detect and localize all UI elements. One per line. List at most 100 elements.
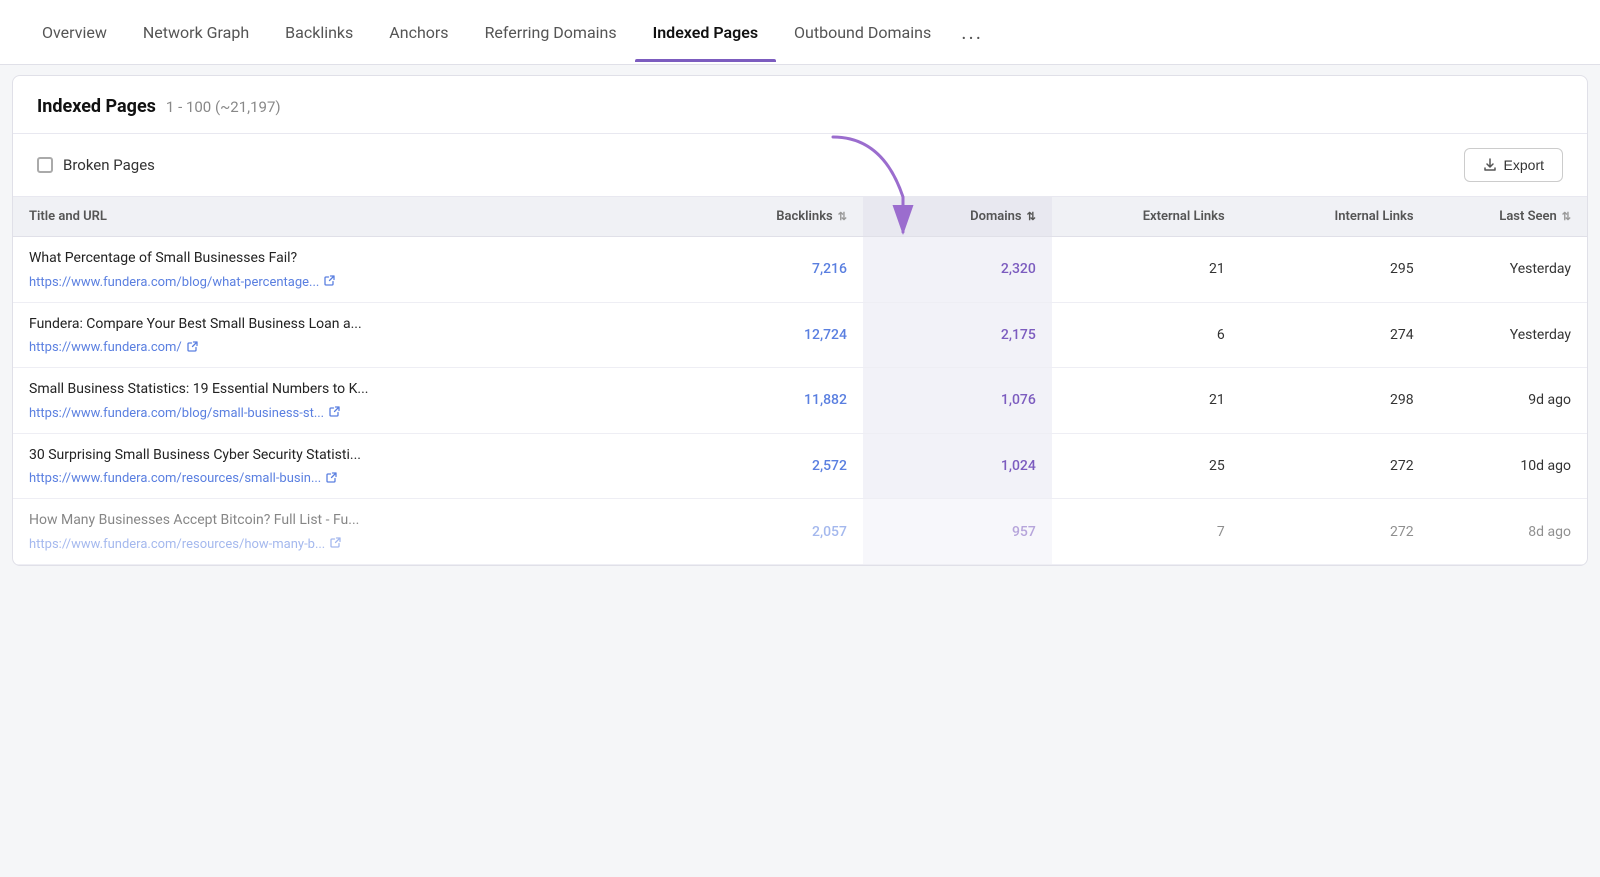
external-links-value-3: 25 <box>1068 458 1225 474</box>
col-header-external-links: External Links <box>1052 197 1241 237</box>
export-icon <box>1483 158 1497 172</box>
cell-last-seen-4: 8d ago <box>1430 499 1587 565</box>
broken-pages-checkbox[interactable] <box>37 157 53 173</box>
cell-backlinks-1: 12,724 <box>674 302 863 368</box>
cell-title-url-0: What Percentage of Small Businesses Fail… <box>13 237 674 303</box>
row-url-0[interactable]: https://www.fundera.com/blog/what-percen… <box>29 275 335 290</box>
nav-item-anchors[interactable]: Anchors <box>371 3 466 62</box>
domains-value-2: 1,076 <box>879 392 1036 408</box>
backlinks-value-0: 7,216 <box>690 261 847 277</box>
cell-title-url-2: Small Business Statistics: 19 Essential … <box>13 368 674 434</box>
backlinks-value-4: 2,057 <box>690 524 847 540</box>
cell-internal-links-4: 272 <box>1241 499 1430 565</box>
cell-internal-links-1: 274 <box>1241 302 1430 368</box>
export-button[interactable]: Export <box>1464 148 1563 182</box>
nav-item-referring-domains[interactable]: Referring Domains <box>467 3 635 62</box>
nav-item-backlinks[interactable]: Backlinks <box>267 3 371 62</box>
last-seen-value-2: 9d ago <box>1446 392 1571 408</box>
indexed-pages-table: Title and URL Backlinks ⇅ Domains ⇅ <box>13 197 1587 565</box>
row-title-1: Fundera: Compare Your Best Small Busines… <box>29 315 658 335</box>
col-header-title-url: Title and URL <box>13 197 674 237</box>
cell-internal-links-0: 295 <box>1241 237 1430 303</box>
external-link-icon-0 <box>324 275 335 289</box>
external-links-value-0: 21 <box>1068 261 1225 277</box>
external-link-icon-2 <box>329 406 340 420</box>
table-row: 30 Surprising Small Business Cyber Secur… <box>13 433 1587 499</box>
row-url-2[interactable]: https://www.fundera.com/blog/small-busin… <box>29 406 340 421</box>
page-title: Indexed Pages <box>37 96 156 117</box>
table-header-row: Title and URL Backlinks ⇅ Domains ⇅ <box>13 197 1587 237</box>
domains-value-4: 957 <box>879 524 1036 540</box>
row-title-2: Small Business Statistics: 19 Essential … <box>29 380 658 400</box>
cell-last-seen-0: Yesterday <box>1430 237 1587 303</box>
cell-last-seen-1: Yesterday <box>1430 302 1587 368</box>
domains-value-1: 2,175 <box>879 327 1036 343</box>
external-links-value-4: 7 <box>1068 524 1225 540</box>
cell-last-seen-2: 9d ago <box>1430 368 1587 434</box>
cell-domains-4: 957 <box>863 499 1052 565</box>
external-links-value-2: 21 <box>1068 392 1225 408</box>
row-url-3[interactable]: https://www.fundera.com/resources/small-… <box>29 471 337 486</box>
broken-pages-filter[interactable]: Broken Pages <box>37 156 155 174</box>
nav-item-overview[interactable]: Overview <box>24 3 125 62</box>
last-seen-value-1: Yesterday <box>1446 327 1571 343</box>
page-header: Indexed Pages 1 - 100 (~21,197) <box>13 76 1587 134</box>
cell-external-links-0: 21 <box>1052 237 1241 303</box>
cell-external-links-4: 7 <box>1052 499 1241 565</box>
external-link-icon-4 <box>330 537 341 551</box>
domains-value-3: 1,024 <box>879 458 1036 474</box>
nav-item-indexed-pages[interactable]: Indexed Pages <box>635 3 776 62</box>
table-body: What Percentage of Small Businesses Fail… <box>13 237 1587 565</box>
internal-links-value-1: 274 <box>1257 327 1414 343</box>
cell-external-links-1: 6 <box>1052 302 1241 368</box>
page-range: 1 - 100 (~21,197) <box>166 98 281 116</box>
backlinks-value-2: 11,882 <box>690 392 847 408</box>
domains-value-0: 2,320 <box>879 261 1036 277</box>
domains-sort-icon: ⇅ <box>1027 210 1036 223</box>
cell-external-links-3: 25 <box>1052 433 1241 499</box>
nav-more-button[interactable]: ... <box>949 0 995 64</box>
cell-title-url-3: 30 Surprising Small Business Cyber Secur… <box>13 433 674 499</box>
row-title-4: How Many Businesses Accept Bitcoin? Full… <box>29 511 658 531</box>
broken-pages-label: Broken Pages <box>63 156 155 174</box>
cell-domains-1: 2,175 <box>863 302 1052 368</box>
last-seen-value-3: 10d ago <box>1446 458 1571 474</box>
navigation-bar: Overview Network Graph Backlinks Anchors… <box>0 0 1600 65</box>
nav-item-outbound-domains[interactable]: Outbound Domains <box>776 3 949 62</box>
cell-domains-2: 1,076 <box>863 368 1052 434</box>
row-title-0: What Percentage of Small Businesses Fail… <box>29 249 658 269</box>
col-header-backlinks[interactable]: Backlinks ⇅ <box>674 197 863 237</box>
cell-backlinks-0: 7,216 <box>674 237 863 303</box>
cell-title-url-1: Fundera: Compare Your Best Small Busines… <box>13 302 674 368</box>
cell-internal-links-2: 298 <box>1241 368 1430 434</box>
backlinks-value-1: 12,724 <box>690 327 847 343</box>
last-seen-value-4: 8d ago <box>1446 524 1571 540</box>
internal-links-value-3: 272 <box>1257 458 1414 474</box>
internal-links-value-2: 298 <box>1257 392 1414 408</box>
cell-backlinks-4: 2,057 <box>674 499 863 565</box>
cell-title-url-4: How Many Businesses Accept Bitcoin? Full… <box>13 499 674 565</box>
cell-last-seen-3: 10d ago <box>1430 433 1587 499</box>
row-url-1[interactable]: https://www.fundera.com/ <box>29 340 198 355</box>
internal-links-value-0: 295 <box>1257 261 1414 277</box>
table-row: Fundera: Compare Your Best Small Busines… <box>13 302 1587 368</box>
cell-external-links-2: 21 <box>1052 368 1241 434</box>
export-label: Export <box>1504 157 1544 173</box>
external-links-value-1: 6 <box>1068 327 1225 343</box>
table-wrapper: Title and URL Backlinks ⇅ Domains ⇅ <box>13 197 1587 565</box>
col-header-internal-links: Internal Links <box>1241 197 1430 237</box>
table-row: What Percentage of Small Businesses Fail… <box>13 237 1587 303</box>
main-content-panel: Indexed Pages 1 - 100 (~21,197) Broken P… <box>12 75 1588 566</box>
nav-item-network-graph[interactable]: Network Graph <box>125 3 267 62</box>
cell-internal-links-3: 272 <box>1241 433 1430 499</box>
col-header-domains[interactable]: Domains ⇅ <box>863 197 1052 237</box>
row-url-4[interactable]: https://www.fundera.com/resources/how-ma… <box>29 537 341 552</box>
table-row: How Many Businesses Accept Bitcoin? Full… <box>13 499 1587 565</box>
table-header: Title and URL Backlinks ⇅ Domains ⇅ <box>13 197 1587 237</box>
external-link-icon-1 <box>187 341 198 355</box>
cell-backlinks-3: 2,572 <box>674 433 863 499</box>
filters-row: Broken Pages Export <box>13 134 1587 197</box>
row-title-3: 30 Surprising Small Business Cyber Secur… <box>29 446 658 466</box>
external-link-icon-3 <box>326 472 337 486</box>
col-header-last-seen[interactable]: Last Seen ⇅ <box>1430 197 1587 237</box>
